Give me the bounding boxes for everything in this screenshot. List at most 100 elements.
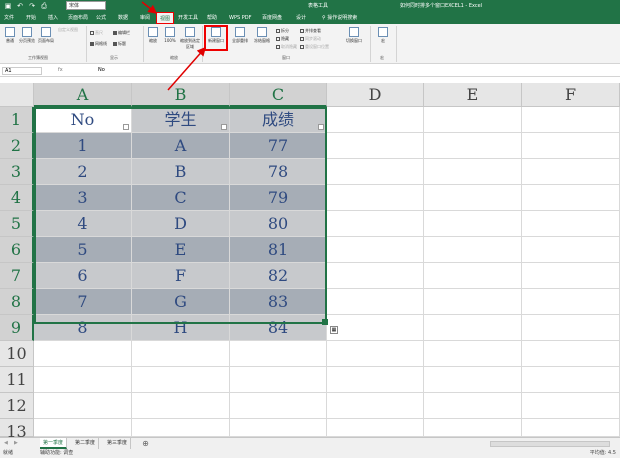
row-header-2[interactable]: 2 xyxy=(0,133,34,159)
sheet-tab-2[interactable]: 第二季度 xyxy=(72,438,100,449)
fx-icon[interactable]: fx xyxy=(58,67,63,73)
macros-button[interactable]: 宏 xyxy=(376,27,390,44)
cell-c2[interactable]: 77 xyxy=(230,133,327,159)
tab-page-layout[interactable]: 页面布局 xyxy=(68,14,88,22)
cell-f11[interactable] xyxy=(522,367,620,393)
cell-d9[interactable] xyxy=(327,315,424,341)
column-header-b[interactable]: B xyxy=(132,83,230,107)
cell-e10[interactable] xyxy=(424,341,522,367)
cell-d2[interactable] xyxy=(327,133,424,159)
row-header-6[interactable]: 6 xyxy=(0,237,34,263)
status-accessibility[interactable]: 辅助功能: 调查 xyxy=(40,449,73,458)
cell-a6[interactable]: 5 xyxy=(34,237,132,263)
cell-e12[interactable] xyxy=(424,393,522,419)
tab-insert[interactable]: 插入 xyxy=(48,14,58,22)
cell-e5[interactable] xyxy=(424,211,522,237)
cell-c3[interactable]: 78 xyxy=(230,159,327,185)
formula-input[interactable]: No xyxy=(98,67,105,73)
tab-baidu-netdisk[interactable]: 百度网盘 xyxy=(262,14,282,22)
row-header-7[interactable]: 7 xyxy=(0,263,34,289)
cell-c10[interactable] xyxy=(230,341,327,367)
cell-b7[interactable]: F xyxy=(132,263,230,289)
column-header-f[interactable]: F xyxy=(522,83,620,107)
cell-f10[interactable] xyxy=(522,341,620,367)
column-header-d[interactable]: D xyxy=(327,83,424,107)
cell-f2[interactable] xyxy=(522,133,620,159)
cell-c13[interactable] xyxy=(230,419,327,437)
cell-b4[interactable]: C xyxy=(132,185,230,211)
cell-a2[interactable]: 1 xyxy=(34,133,132,159)
column-header-e[interactable]: E xyxy=(424,83,522,107)
cell-b9[interactable]: H xyxy=(132,315,230,341)
row-header-3[interactable]: 3 xyxy=(0,159,34,185)
cell-f1[interactable] xyxy=(522,107,620,133)
scroll-tabs-right-icon[interactable]: ▶ xyxy=(14,438,18,449)
cell-d7[interactable] xyxy=(327,263,424,289)
tell-me-search[interactable]: ⚲ 操作说明搜索 xyxy=(322,14,357,21)
cell-c11[interactable] xyxy=(230,367,327,393)
redo-icon[interactable]: ↷ xyxy=(28,2,36,10)
cell-a13[interactable] xyxy=(34,419,132,437)
fill-handle[interactable] xyxy=(322,319,328,325)
reset-position-button[interactable]: 重设窗口位置 xyxy=(300,44,329,50)
cell-f3[interactable] xyxy=(522,159,620,185)
cell-f8[interactable] xyxy=(522,289,620,315)
sheet-tab-1[interactable]: 第一季度 xyxy=(40,438,68,449)
tab-formulas[interactable]: 公式 xyxy=(96,14,106,22)
cell-e4[interactable] xyxy=(424,185,522,211)
zoom-button[interactable]: 缩放 xyxy=(146,27,160,44)
save-icon[interactable]: ▣ xyxy=(4,2,12,10)
cell-b10[interactable] xyxy=(132,341,230,367)
tab-developer[interactable]: 开发工具 xyxy=(178,14,198,22)
unhide-button[interactable]: 取消隐藏 xyxy=(276,44,297,50)
cell-f13[interactable] xyxy=(522,419,620,437)
tab-help[interactable]: 帮助 xyxy=(207,14,217,22)
cell-c1[interactable]: 成绩 xyxy=(230,107,327,133)
filter-dropdown-icon[interactable] xyxy=(123,124,129,130)
cell-f12[interactable] xyxy=(522,393,620,419)
tab-wps-pdf[interactable]: WPS PDF xyxy=(229,14,251,22)
scroll-tabs-left-icon[interactable]: ◀ xyxy=(4,438,8,449)
cell-c8[interactable]: 83 xyxy=(230,289,327,315)
freeze-panes-button[interactable]: 冻结窗格 xyxy=(252,27,272,44)
cell-f6[interactable] xyxy=(522,237,620,263)
cell-d13[interactable] xyxy=(327,419,424,437)
cell-c4[interactable]: 79 xyxy=(230,185,327,211)
tab-design[interactable]: 设计 xyxy=(296,14,306,22)
page-layout-view-button[interactable]: 页面布局 xyxy=(37,27,55,44)
cell-b2[interactable]: A xyxy=(132,133,230,159)
cell-b6[interactable]: E xyxy=(132,237,230,263)
cell-e3[interactable] xyxy=(424,159,522,185)
normal-view-button[interactable]: 普通 xyxy=(3,27,17,44)
cell-e9[interactable] xyxy=(424,315,522,341)
arrange-all-button[interactable]: 全部重排 xyxy=(230,27,250,44)
cell-c7[interactable]: 82 xyxy=(230,263,327,289)
cell-a1[interactable]: No xyxy=(34,107,132,133)
name-box[interactable]: A1 xyxy=(2,67,42,75)
row-header-9[interactable]: 9 xyxy=(0,315,34,341)
cell-a4[interactable]: 3 xyxy=(34,185,132,211)
cell-e2[interactable] xyxy=(424,133,522,159)
tab-view[interactable]: 视图 xyxy=(156,12,175,24)
cell-d11[interactable] xyxy=(327,367,424,393)
cell-b3[interactable]: B xyxy=(132,159,230,185)
cell-b8[interactable]: G xyxy=(132,289,230,315)
cell-e6[interactable] xyxy=(424,237,522,263)
cell-a8[interactable]: 7 xyxy=(34,289,132,315)
cell-d12[interactable] xyxy=(327,393,424,419)
cell-a12[interactable] xyxy=(34,393,132,419)
tab-data[interactable]: 数据 xyxy=(118,14,128,22)
side-by-side-button[interactable]: 并排查看 xyxy=(300,28,321,34)
cell-a9[interactable]: 8 xyxy=(34,315,132,341)
row-header-5[interactable]: 5 xyxy=(0,211,34,237)
custom-views-button[interactable]: 自定义视图 xyxy=(57,27,79,33)
row-header-1[interactable]: 1 xyxy=(0,107,34,133)
cell-c12[interactable] xyxy=(230,393,327,419)
cell-e1[interactable] xyxy=(424,107,522,133)
cell-d10[interactable] xyxy=(327,341,424,367)
cell-f9[interactable] xyxy=(522,315,620,341)
select-all-corner[interactable] xyxy=(0,83,34,107)
headings-checkbox[interactable]: 标题 xyxy=(113,41,126,47)
cell-b11[interactable] xyxy=(132,367,230,393)
tab-file[interactable]: 文件 xyxy=(4,14,14,22)
